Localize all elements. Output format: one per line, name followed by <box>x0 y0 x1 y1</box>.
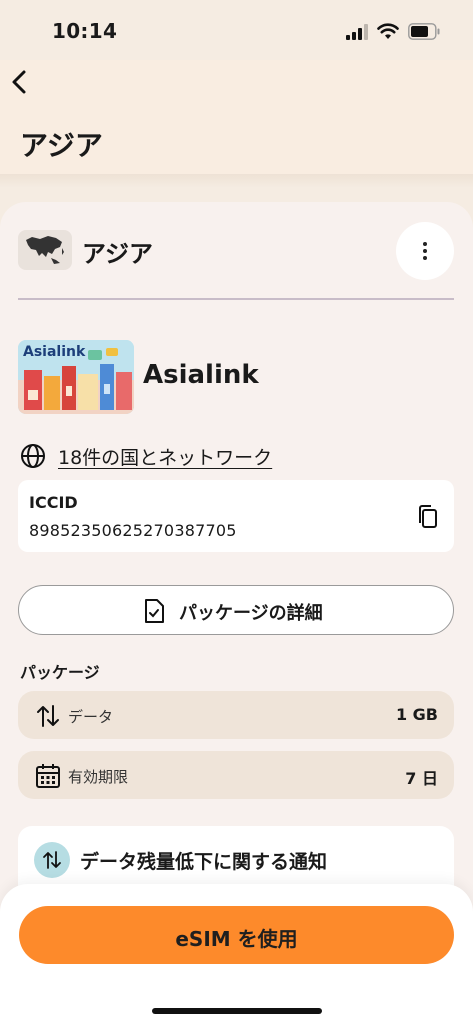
iccid-label: ICCID <box>29 493 78 512</box>
data-transfer-icon <box>43 851 61 869</box>
use-esim-label: eSIM を使用 <box>175 927 298 951</box>
alert-icon-circle <box>34 842 70 878</box>
package-details-button[interactable]: パッケージの詳細 <box>18 585 454 635</box>
calendar-icon <box>36 764 60 788</box>
use-esim-button[interactable]: eSIM を使用 <box>19 906 454 964</box>
globe-icon <box>21 444 45 468</box>
package-data-label: データ <box>68 708 114 726</box>
provider-image: Asialink <box>18 340 134 414</box>
region-name: アジア <box>82 240 154 268</box>
package-validity-row: 有効期限 7 日 <box>18 751 454 799</box>
status-bar: 10:14 <box>0 0 473 60</box>
document-check-icon <box>145 599 164 623</box>
more-dots-icon <box>423 242 427 246</box>
status-time: 10:14 <box>52 19 118 43</box>
back-arrow-icon[interactable] <box>6 66 32 96</box>
header-shadow <box>0 174 473 188</box>
countries-networks-link[interactable]: 18件の国とネットワーク <box>58 443 272 470</box>
more-dot-3 <box>423 256 427 260</box>
package-data-value: 1 GB <box>395 705 438 724</box>
provider-name: Asialink <box>143 360 259 390</box>
provider-image-label: Asialink <box>23 344 86 360</box>
copy-icon[interactable] <box>416 504 440 530</box>
iccid-box: ICCID 89852350625270387705 <box>18 480 454 552</box>
data-transfer-icon <box>37 705 59 727</box>
wifi-icon <box>377 23 399 39</box>
asia-map-icon <box>26 236 64 264</box>
package-data-row: データ 1 GB <box>18 691 454 739</box>
divider <box>18 298 454 300</box>
package-details-label: パッケージの詳細 <box>179 603 323 624</box>
more-options-button[interactable] <box>396 222 454 280</box>
page-title: アジア <box>20 129 103 162</box>
asia-map-thumbnail <box>18 230 72 270</box>
package-validity-value: 7 日 <box>405 769 438 788</box>
package-validity-label: 有効期限 <box>68 768 129 786</box>
iccid-value: 89852350625270387705 <box>29 521 237 540</box>
navigation-header: アジア <box>0 60 473 174</box>
home-indicator <box>152 1008 322 1014</box>
countries-networks-row[interactable]: 18件の国とネットワーク <box>20 440 320 470</box>
cellular-signal-icon <box>346 24 368 40</box>
more-dot-2 <box>423 249 427 253</box>
package-heading: パッケージ <box>20 663 100 682</box>
region-row: アジア <box>18 230 454 274</box>
low-data-alert-title: データ残量低下に関する通知 <box>80 851 328 873</box>
battery-icon <box>408 23 440 40</box>
